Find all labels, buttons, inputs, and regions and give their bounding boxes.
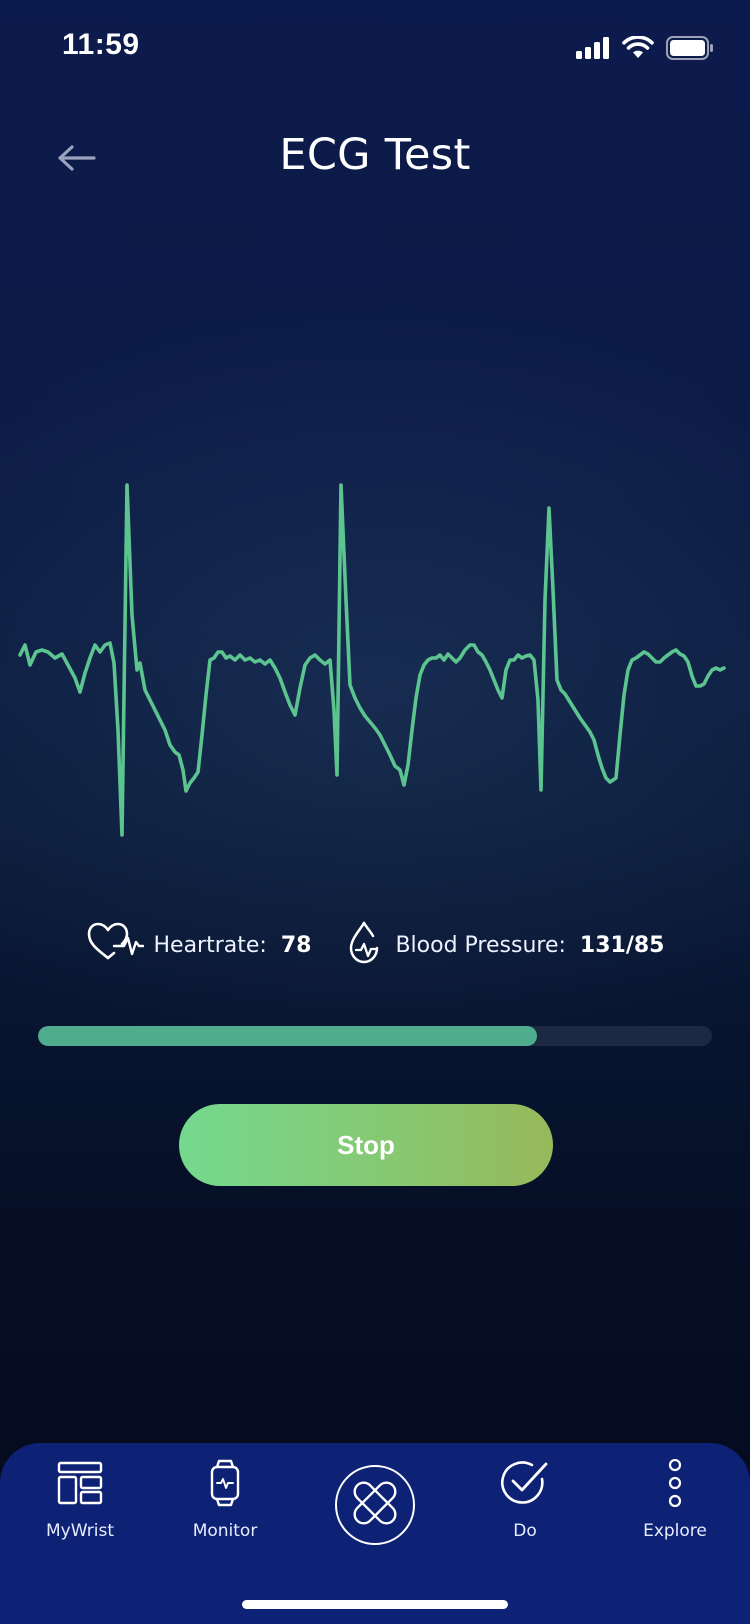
cross-logo-icon bbox=[348, 1476, 402, 1535]
tab-monitor[interactable]: Monitor bbox=[155, 1457, 295, 1557]
ecg-test-screen: 11:59 ECG Test Heartrate: 78 Blood Press… bbox=[0, 0, 750, 1624]
bottom-tab-bar: MyWrist Monitor Do Explore bbox=[0, 1443, 750, 1624]
wifi-icon bbox=[622, 35, 654, 65]
smartwatch-icon bbox=[199, 1457, 251, 1509]
blood-pressure-label: Blood Pressure: bbox=[395, 932, 566, 958]
home-indicator bbox=[242, 1600, 508, 1609]
ecg-chart bbox=[0, 480, 750, 880]
blood-pressure-value: 131/85 bbox=[579, 932, 665, 958]
dashboard-layout-icon bbox=[54, 1457, 106, 1509]
vitals-row: Heartrate: 78 Blood Pressure: 131/85 bbox=[0, 920, 750, 970]
heartrate-label: Heartrate: bbox=[153, 932, 267, 958]
cellular-signal-icon bbox=[576, 37, 610, 64]
status-bar: 11:59 bbox=[0, 0, 750, 96]
blood-pressure-metric: Blood Pressure: 131/85 bbox=[345, 920, 664, 970]
status-time: 11:59 bbox=[62, 28, 140, 61]
tab-mywrist[interactable]: MyWrist bbox=[10, 1457, 150, 1557]
test-progress-fill bbox=[38, 1026, 537, 1046]
page-title: ECG Test bbox=[279, 130, 471, 180]
check-circle-icon bbox=[499, 1457, 551, 1509]
tab-explore[interactable]: Explore bbox=[605, 1457, 745, 1557]
center-action-button[interactable] bbox=[335, 1465, 415, 1545]
tab-do-label: Do bbox=[513, 1521, 537, 1541]
tab-monitor-label: Monitor bbox=[192, 1521, 258, 1541]
blood-drop-pulse-icon bbox=[345, 920, 385, 970]
header: ECG Test bbox=[0, 120, 750, 200]
stop-button[interactable]: Stop bbox=[179, 1104, 553, 1186]
tab-do[interactable]: Do bbox=[455, 1457, 595, 1557]
tab-mywrist-label: MyWrist bbox=[45, 1521, 114, 1541]
vertical-dots-icon bbox=[649, 1457, 701, 1509]
status-icons bbox=[576, 35, 714, 65]
tab-explore-label: Explore bbox=[643, 1521, 707, 1541]
test-progress-bar bbox=[38, 1026, 712, 1046]
heartrate-metric: Heartrate: 78 bbox=[86, 922, 312, 968]
ecg-waveform bbox=[18, 483, 726, 837]
heartrate-value: 78 bbox=[280, 932, 312, 958]
heart-pulse-icon bbox=[86, 922, 144, 968]
ecg-trace bbox=[18, 483, 726, 837]
battery-icon bbox=[666, 36, 714, 65]
